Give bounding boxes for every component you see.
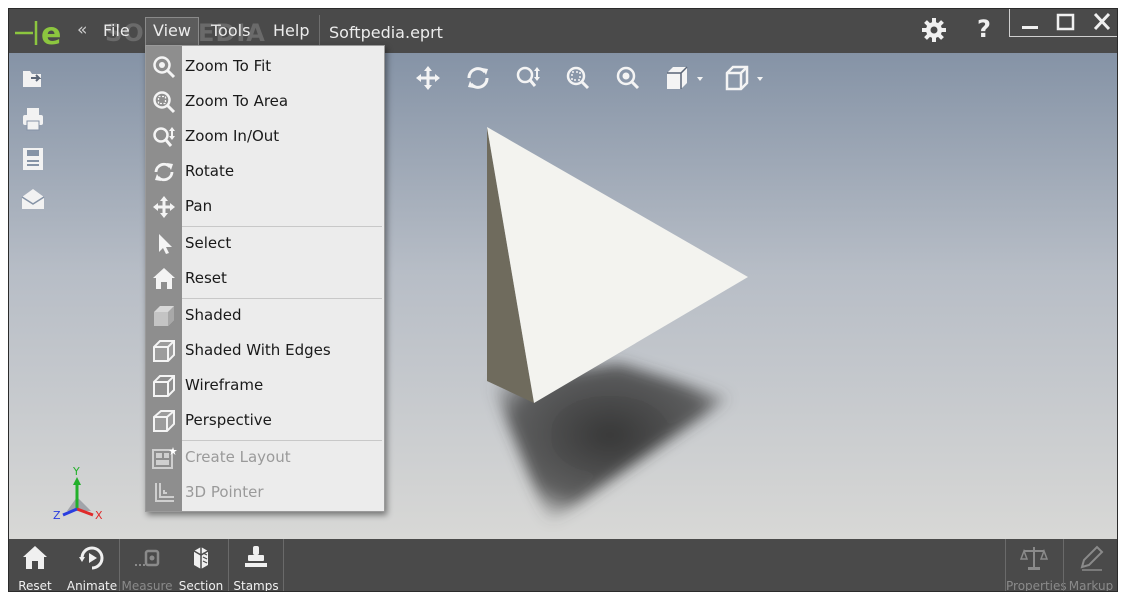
markup-button[interactable]: Markup <box>1064 539 1117 592</box>
menu-item-rotate[interactable]: Rotate <box>146 155 384 189</box>
home-icon <box>23 546 47 569</box>
menu-item-label: Zoom To Fit <box>185 57 272 75</box>
email-icon[interactable] <box>19 185 47 213</box>
menu-item-shaded-with-edges[interactable]: Shaded With Edges <box>146 334 384 368</box>
menu-item-label: Pan <box>185 197 213 215</box>
menu-item-reset[interactable]: Reset <box>146 262 384 296</box>
menu-item-label: Reset <box>185 269 227 287</box>
toolbar-separator <box>119 539 120 591</box>
home-icon <box>153 268 175 289</box>
menu-item-label: 3D Pointer <box>185 483 264 501</box>
maximize-icon[interactable] <box>1054 11 1078 33</box>
collapse-toggle[interactable]: « <box>77 20 87 40</box>
title-separator <box>319 15 320 47</box>
layout-icon <box>152 447 177 469</box>
close-icon[interactable] <box>1090 11 1114 33</box>
menu-item-label: Zoom In/Out <box>185 127 280 145</box>
section-icon <box>193 547 209 569</box>
display-style-icon[interactable] <box>723 63 767 93</box>
menu-item-label: Create Layout <box>185 448 291 466</box>
view-menu-dropdown: Zoom To Fit Zoom To Area Zoom In/Out Rot… <box>145 45 385 512</box>
shaded-cube-icon <box>154 306 174 326</box>
zoom-fit-icon <box>153 56 176 79</box>
measure-icon <box>135 549 160 567</box>
zoom-inout-icon <box>153 127 175 147</box>
wireframe-cube-icon <box>153 375 175 397</box>
menu-item-label: Zoom To Area <box>185 92 289 110</box>
axis-x-label: X <box>95 509 103 522</box>
menu-item-label: Wireframe <box>185 376 264 394</box>
svg-text:e: e <box>41 17 61 49</box>
scales-icon <box>1019 547 1049 570</box>
menu-item-label: Shaded <box>185 306 242 324</box>
menu-file[interactable]: File <box>103 21 130 40</box>
rotate-icon <box>154 162 174 182</box>
menu-item-3d-pointer[interactable]: 3D Pointer <box>146 476 384 510</box>
zoom-inout-icon[interactable] <box>513 63 543 93</box>
section-label: Section <box>178 579 224 592</box>
help-button[interactable]: ? <box>977 15 991 43</box>
stamps-button[interactable]: Stamps <box>230 539 282 592</box>
pan-icon[interactable] <box>413 63 443 93</box>
menu-item-label: Rotate <box>185 162 235 180</box>
menu-item-perspective[interactable]: Perspective <box>146 404 384 438</box>
menu-item-wireframe[interactable]: Wireframe <box>146 369 384 403</box>
reset-label: Reset <box>18 579 52 592</box>
menu-item-label: Shaded With Edges <box>185 341 331 359</box>
minimize-icon[interactable] <box>1018 11 1042 33</box>
document-title: Softpedia.eprt <box>329 23 443 42</box>
toolbar-separator <box>228 539 229 591</box>
perspective-cube-icon <box>153 410 175 432</box>
zoom-fit-icon[interactable] <box>613 63 643 93</box>
window-controls <box>1009 9 1117 37</box>
axis-z-label: Z <box>53 509 61 522</box>
properties-button[interactable]: Properties <box>1006 539 1067 592</box>
markup-label: Markup <box>1068 579 1114 592</box>
menu-view[interactable]: View <box>145 17 199 47</box>
pen-icon <box>1080 545 1104 571</box>
menu-item-select[interactable]: Select <box>146 227 384 261</box>
menu-tools[interactable]: Tools <box>211 21 250 40</box>
menu-item-create-layout[interactable]: Create Layout <box>146 441 384 475</box>
save-icon[interactable] <box>19 145 47 173</box>
axis-triad: Y X Z <box>53 465 103 522</box>
left-toolbar <box>19 65 49 225</box>
gear-icon[interactable] <box>921 17 947 43</box>
zoom-area-icon[interactable] <box>563 63 593 93</box>
menu-item-zoom-to-fit[interactable]: Zoom To Fit <box>146 50 384 84</box>
menu-item-pan[interactable]: Pan <box>146 190 384 224</box>
menu-item-label: Select <box>185 234 232 252</box>
pan-icon <box>153 196 175 218</box>
measure-label: Measure <box>121 579 173 592</box>
select-arrow-icon <box>159 234 172 254</box>
bottom-toolbar: Reset Animate Measure Section Stamps Pro… <box>9 539 1117 592</box>
open-icon[interactable] <box>19 65 47 93</box>
shaded-edges-cube-icon <box>153 340 175 362</box>
section-button[interactable]: Section <box>175 539 227 592</box>
animate-button[interactable]: Animate <box>65 539 119 592</box>
axis-y-label: Y <box>72 465 80 478</box>
stamps-label: Stamps <box>233 579 279 592</box>
menu-item-zoom-to-area[interactable]: Zoom To Area <box>146 85 384 119</box>
toolbar-separator <box>283 539 284 591</box>
zoom-area-icon <box>153 91 176 114</box>
measure-button[interactable]: Measure <box>121 539 173 592</box>
print-icon[interactable] <box>19 105 47 133</box>
rotate-icon[interactable] <box>463 63 493 93</box>
menu-item-shaded[interactable]: Shaded <box>146 299 384 333</box>
pointer-3d-icon <box>155 483 174 502</box>
menu-help[interactable]: Help <box>273 21 309 40</box>
menu-item-zoom-in-out[interactable]: Zoom In/Out <box>146 120 384 154</box>
animate-label: Animate <box>66 579 118 592</box>
logo-icon[interactable]: e <box>13 13 69 49</box>
stamp-icon <box>245 546 267 567</box>
view-orientation-icon[interactable] <box>663 63 707 93</box>
menu-item-label: Perspective <box>185 411 272 429</box>
animate-icon <box>79 546 104 570</box>
properties-label: Properties <box>1006 579 1067 592</box>
reset-button[interactable]: Reset <box>9 539 61 592</box>
